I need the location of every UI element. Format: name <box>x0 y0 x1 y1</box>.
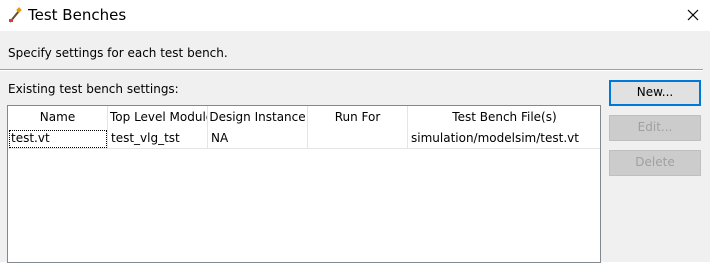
table-row[interactable]: test.vt test_vlg_tst NA simulation/model… <box>8 129 600 149</box>
column-header-test-bench-files[interactable]: Test Bench File(s) <box>408 106 600 129</box>
column-header-run-for[interactable]: Run For <box>308 106 408 129</box>
cell-run-for[interactable] <box>308 129 408 149</box>
column-header-design-instance[interactable]: Design Instance <box>208 106 308 129</box>
description-text: Specify settings for each test bench. <box>8 46 228 60</box>
table-header: Name Top Level Module Design Instance Ru… <box>8 106 600 129</box>
section-label: Existing test bench settings: <box>8 82 179 96</box>
column-header-name[interactable]: Name <box>8 106 108 129</box>
dialog-body: Specify settings for each test bench. Ex… <box>0 31 710 263</box>
window-title: Test Benches <box>28 6 127 24</box>
title-bar: Test Benches <box>0 0 710 31</box>
cell-top-level-module[interactable]: test_vlg_tst <box>108 129 208 149</box>
cell-name[interactable]: test.vt <box>8 129 108 149</box>
delete-button[interactable]: Delete <box>609 150 701 176</box>
new-button[interactable]: New... <box>609 80 701 106</box>
cell-design-instance[interactable]: NA <box>208 129 308 149</box>
column-header-top-level-module[interactable]: Top Level Module <box>108 106 208 129</box>
edit-button[interactable]: Edit... <box>609 115 701 141</box>
cell-test-bench-files[interactable]: simulation/modelsim/test.vt <box>408 129 600 149</box>
test-bench-table[interactable]: Name Top Level Module Design Instance Ru… <box>7 105 601 263</box>
wand-icon <box>9 7 22 23</box>
close-icon[interactable] <box>683 5 703 25</box>
